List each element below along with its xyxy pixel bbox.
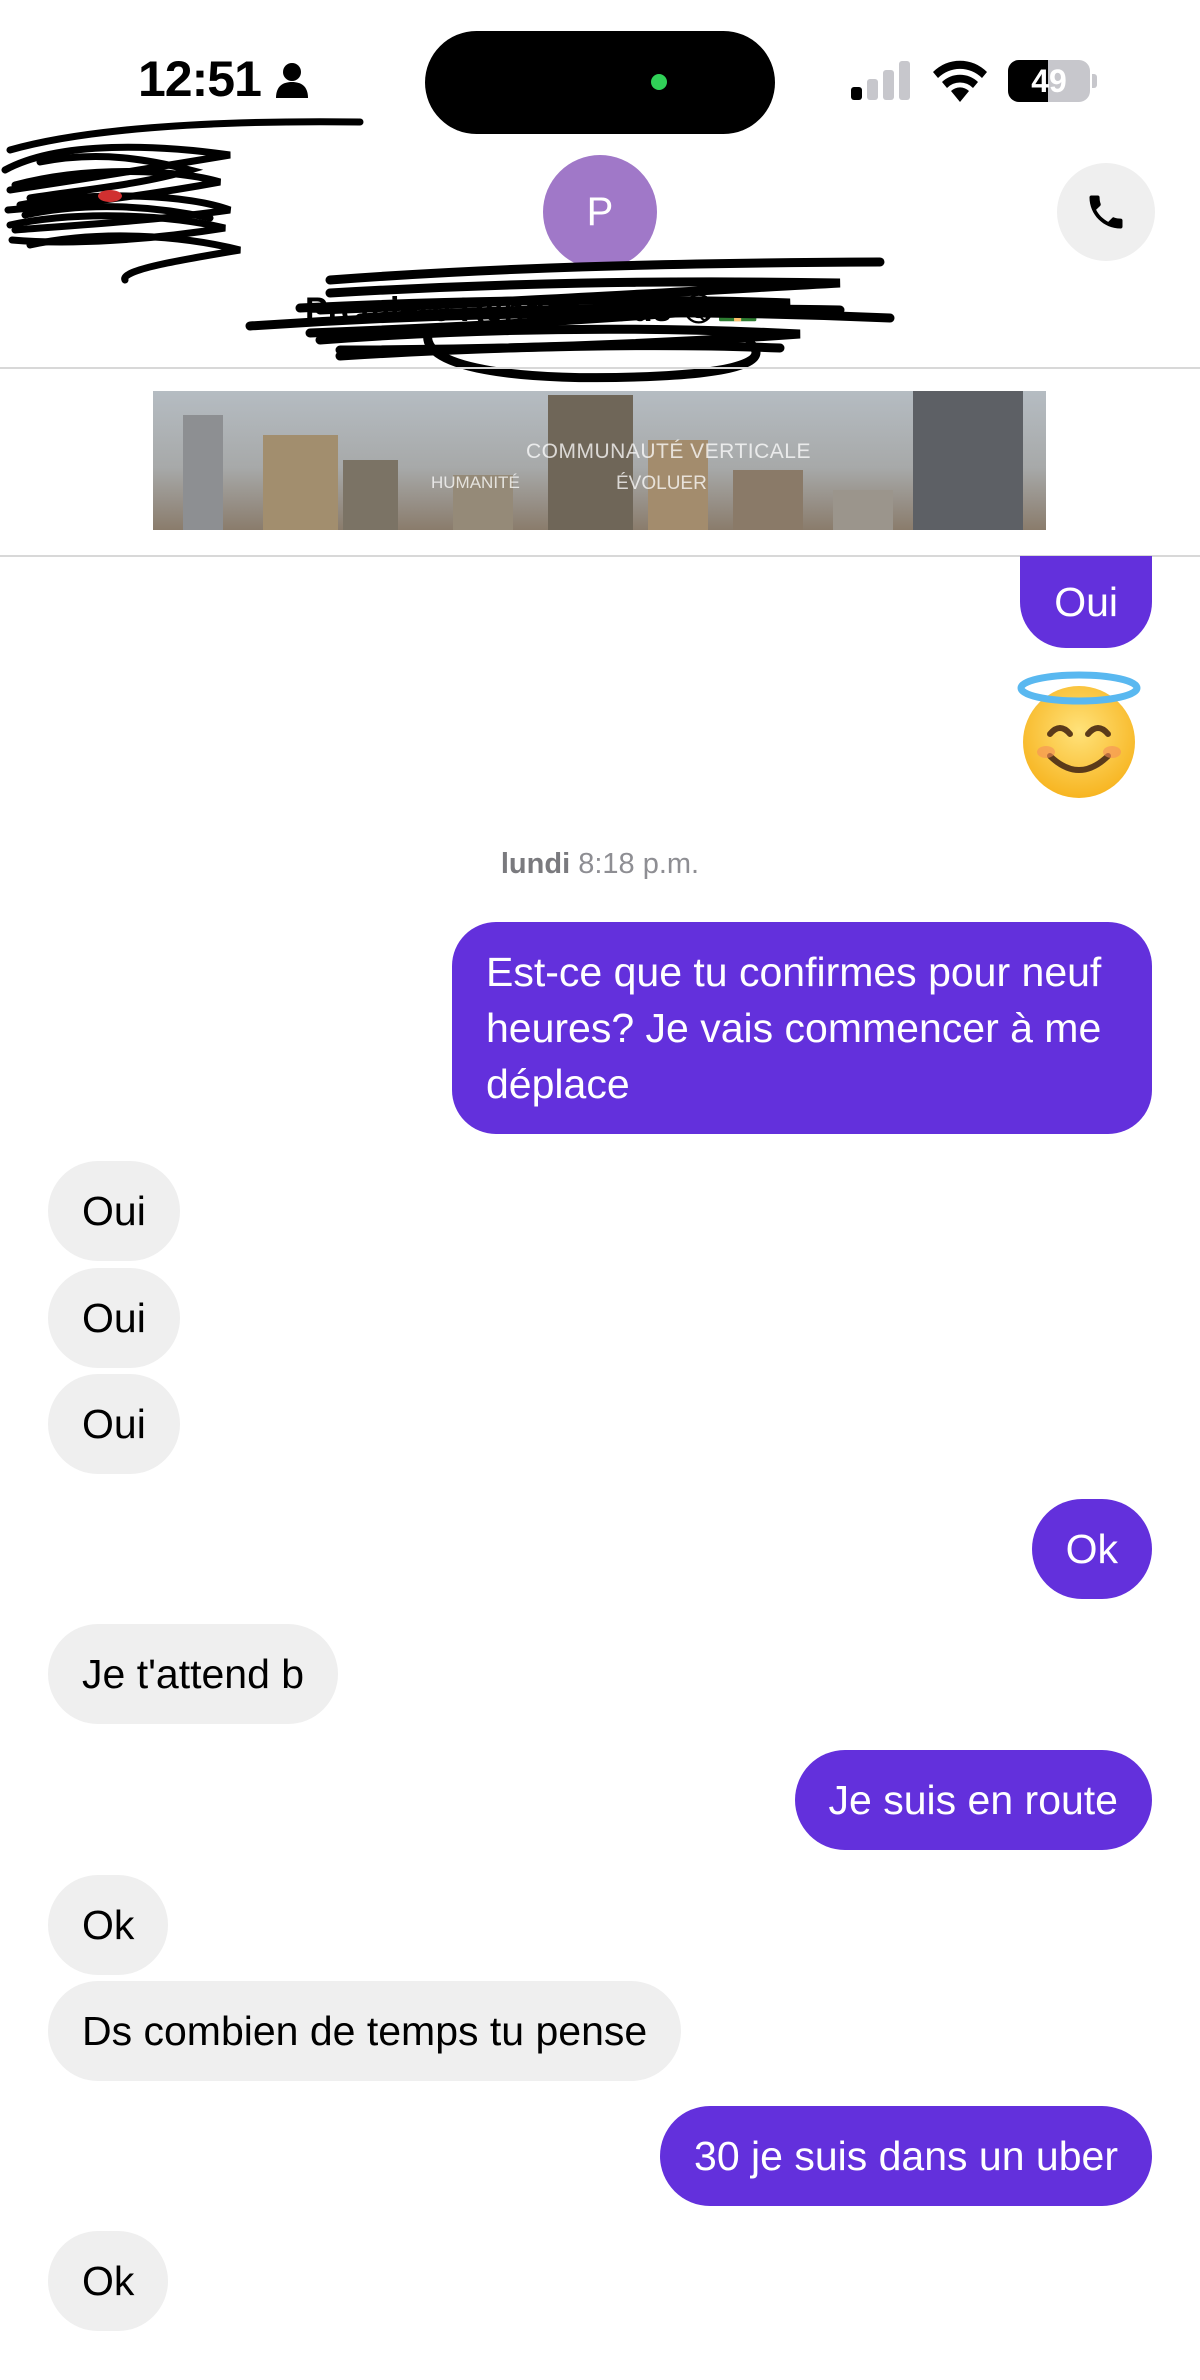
received-message-bubble[interactable]: Oui <box>48 1161 180 1261</box>
received-message-bubble[interactable]: Ds combien de temps tu pense <box>48 1981 682 2081</box>
received-message-bubble[interactable]: Oui <box>48 1374 180 1474</box>
sent-message-bubble[interactable]: 30 je suis dans un uber <box>660 2106 1152 2206</box>
received-message-bubble[interactable]: Ok <box>48 1875 169 1975</box>
call-button[interactable] <box>1057 163 1155 261</box>
battery-percent: 49 <box>1031 63 1067 99</box>
wifi-icon <box>933 60 987 102</box>
redaction-scribble <box>245 257 895 383</box>
channel-banner-image: COMMUNAUTÉ VERTICALE HUMANITÉ ÉVOLUER <box>153 391 1046 530</box>
divider <box>0 367 1200 369</box>
sent-message-bubble[interactable]: Oui <box>1020 556 1152 648</box>
received-message-bubble[interactable]: Oui <box>48 1268 180 1368</box>
received-message-bubble[interactable]: Je t'attend b <box>48 1624 339 1724</box>
sent-message-bubble[interactable]: Est-ce que tu confirmes pour neuf heures… <box>452 922 1152 1134</box>
camera-indicator-icon <box>651 74 667 90</box>
banner-text: HUMANITÉ <box>431 473 520 492</box>
received-message-bubble[interactable]: Ok <box>48 2231 169 2331</box>
sent-message-bubble[interactable]: Ok <box>1031 1499 1152 1599</box>
person-icon <box>276 63 308 98</box>
message-timestamp: lundi 8:18 p.m. <box>0 848 1200 881</box>
dynamic-island <box>425 31 775 134</box>
timestamp-day: lundi <box>500 848 571 880</box>
status-time: 12:51 <box>138 51 262 107</box>
timestamp-time: 8:18 p.m. <box>578 848 700 880</box>
phone-icon <box>1089 195 1123 229</box>
sent-message-bubble[interactable]: Je suis en route <box>794 1750 1152 1850</box>
smiling-face-with-halo-emoji[interactable] <box>1016 670 1142 800</box>
battery-icon: 49 <box>1008 60 1098 102</box>
banner-text: COMMUNAUTÉ VERTICALE <box>526 440 811 463</box>
cellular-signal-icon <box>851 61 910 100</box>
banner-text: ÉVOLUER <box>616 473 707 494</box>
